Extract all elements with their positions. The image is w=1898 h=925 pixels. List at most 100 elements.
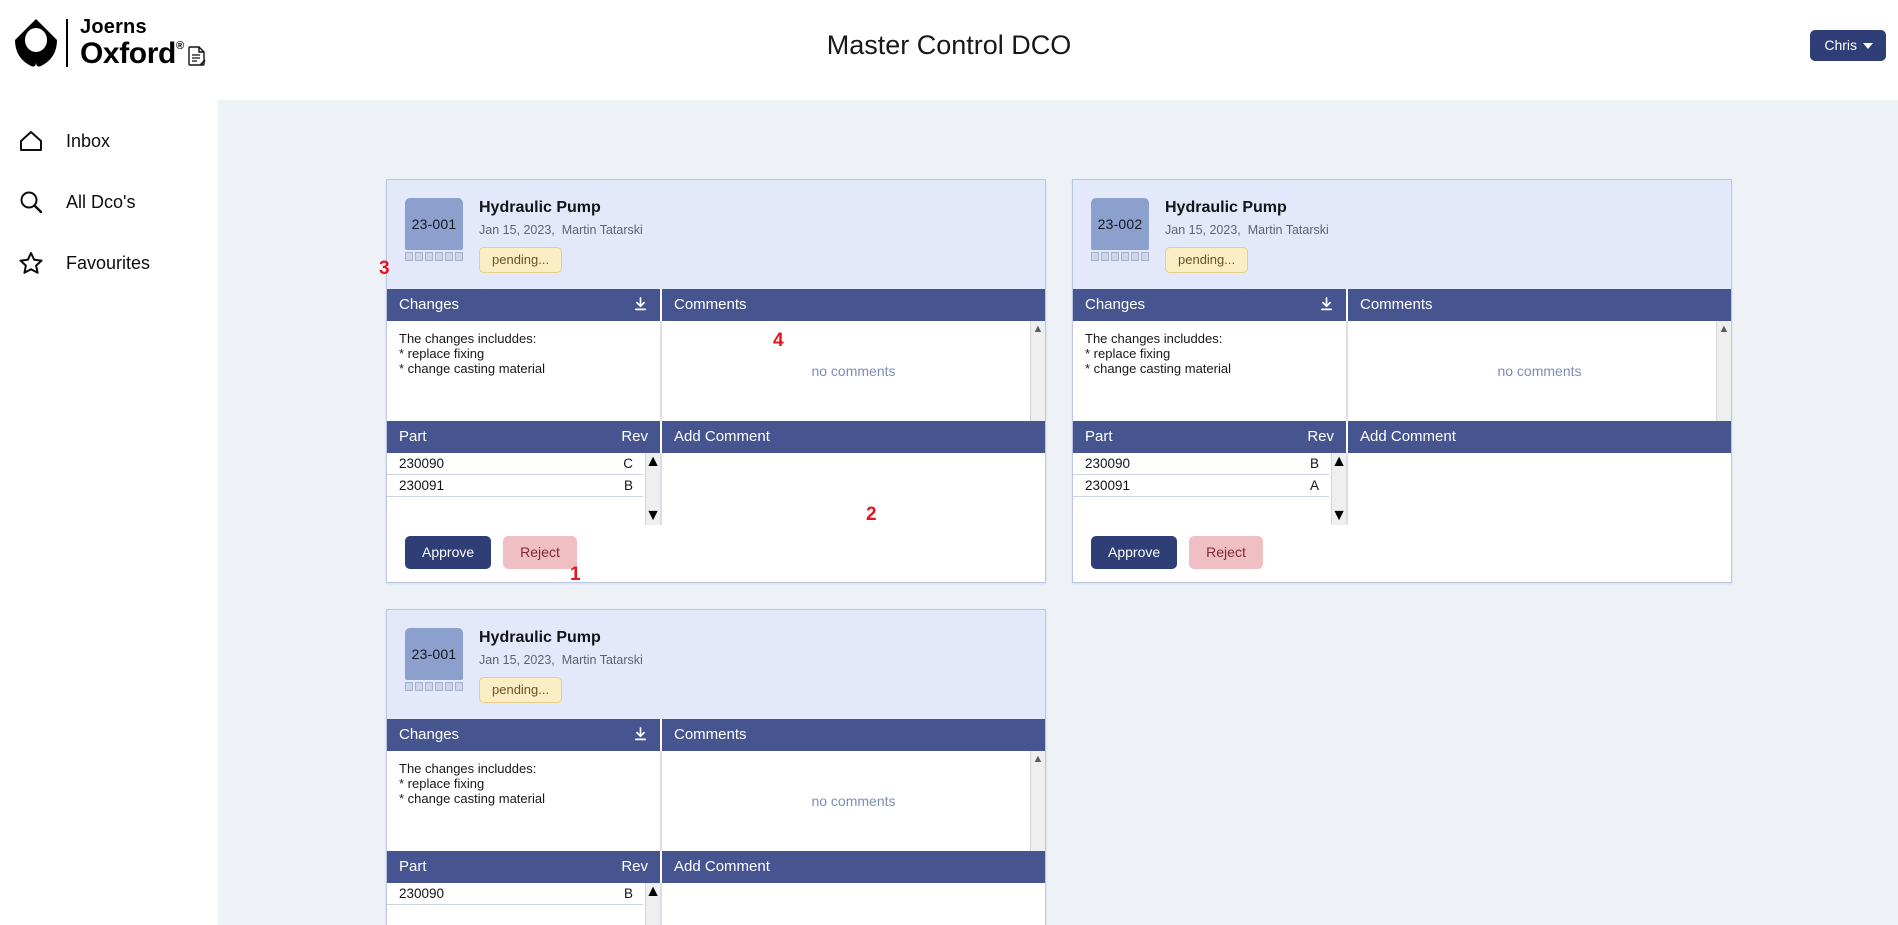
table-header-row: Part Rev Add Comment <box>1073 421 1731 453</box>
changes-text: The changes includdes: * replace fixing … <box>387 321 662 421</box>
rev-column-label: Rev <box>621 858 648 875</box>
add-comment-header: Add Comment <box>1348 421 1731 453</box>
dco-card[interactable]: 23-001 Hydraulic Pump Jan 15, 2023, Mart… <box>386 179 1046 583</box>
reject-button[interactable]: Reject <box>503 536 577 569</box>
card-actions: Approve Reject <box>1073 525 1731 582</box>
panel-body-row: The changes includdes: * replace fixing … <box>1073 321 1731 421</box>
dco-thumbnail[interactable]: 23-001 <box>405 628 463 691</box>
dco-number: 23-002 <box>1091 198 1149 250</box>
add-comment-input[interactable] <box>1348 453 1731 525</box>
comments-list: no comments ▲ <box>662 751 1045 851</box>
parts-table: 230090 B ▲ ▼ <box>387 883 662 925</box>
dco-date: Jan 15, 2023, <box>1165 223 1241 237</box>
table-header-row: Part Rev Add Comment <box>387 421 1045 453</box>
main-canvas: 23-001 Hydraulic Pump Jan 15, 2023, Mart… <box>218 100 1898 925</box>
add-comment-header: Add Comment <box>662 421 1045 453</box>
parts-table: 230090 B 230091 A ▲ ▼ <box>1073 453 1348 525</box>
top-bar: Joerns Oxford ® Master Control DCO Chris <box>0 0 1898 100</box>
changes-text: The changes includdes: * replace fixing … <box>387 751 662 851</box>
sidebar-item-all-dcos[interactable]: All Dco's <box>0 179 218 225</box>
chevron-down-icon[interactable]: ▼ <box>645 507 661 525</box>
part-number: 230091 <box>1085 478 1131 493</box>
part-number: 230090 <box>399 886 445 901</box>
chevron-up-icon[interactable]: ▲ <box>1719 321 1730 338</box>
part-rev: B <box>623 886 633 901</box>
part-column-label: Part <box>399 858 427 875</box>
sidebar: Inbox All Dco's Favourites <box>0 100 218 925</box>
dco-title: Hydraulic Pump <box>1165 199 1287 216</box>
parts-table-header: Part Rev <box>1073 421 1348 453</box>
comments-scrollbar[interactable]: ▲ <box>1030 751 1045 851</box>
comments-scrollbar[interactable]: ▲ <box>1716 321 1731 421</box>
status-badge: pending... <box>479 677 563 703</box>
dco-author: Martin Tatarski <box>1247 223 1329 237</box>
sidebar-item-inbox[interactable]: Inbox <box>0 118 218 164</box>
comments-list: no comments ▲ <box>662 321 1045 421</box>
dco-author: Martin Tatarski <box>561 653 643 667</box>
no-comments-text: no comments <box>811 793 896 809</box>
dco-title: Hydraulic Pump <box>479 199 601 216</box>
rev-column-label: Rev <box>1307 428 1334 445</box>
changes-line: * change casting material <box>1085 361 1231 377</box>
user-menu-button[interactable]: Chris <box>1810 30 1886 61</box>
parts-scrollbar[interactable]: ▲ ▼ <box>645 883 661 925</box>
chevron-up-icon[interactable]: ▲ <box>645 453 661 471</box>
dco-thumbnail[interactable]: 23-001 <box>405 198 463 261</box>
dco-thumbnail[interactable]: 23-002 <box>1091 198 1149 261</box>
table-row[interactable]: 230090 B <box>1073 453 1329 475</box>
approve-button[interactable]: Approve <box>405 536 492 569</box>
chevron-down-icon <box>1863 43 1873 49</box>
table-row[interactable]: 230090 C <box>387 453 643 475</box>
table-body-row: 230090 C 230091 B ▲ ▼ <box>387 453 1045 525</box>
comments-scrollbar[interactable]: ▲ <box>1030 321 1045 421</box>
dco-card-header: 23-002 Hydraulic Pump Jan 15, 2023, Mart… <box>1073 180 1731 289</box>
table-body-row: 230090 B ▲ ▼ <box>387 883 1045 925</box>
chevron-up-icon[interactable]: ▲ <box>645 883 661 901</box>
add-comment-input[interactable] <box>662 883 1045 925</box>
chevron-down-icon[interactable]: ▼ <box>1331 507 1347 525</box>
part-number: 230090 <box>399 456 445 471</box>
panel-header-row: Changes Comments <box>1073 289 1731 321</box>
changes-line: * change casting material <box>399 361 545 377</box>
chevron-up-icon[interactable]: ▲ <box>1033 751 1044 768</box>
thumbnail-filmstrip <box>1091 252 1149 261</box>
card-actions: Approve Reject <box>387 525 1045 582</box>
changes-panel-header: Changes <box>1073 289 1348 321</box>
sidebar-item-favourites[interactable]: Favourites <box>0 240 218 286</box>
dco-card[interactable]: 23-001 Hydraulic Pump Jan 15, 2023, Mart… <box>386 609 1046 925</box>
changes-panel-header: Changes <box>387 719 662 751</box>
reject-button[interactable]: Reject <box>1189 536 1263 569</box>
table-row[interactable]: 230091 A <box>1073 475 1329 497</box>
page-title: Master Control DCO <box>826 30 1072 60</box>
chevron-up-icon[interactable]: ▲ <box>1033 321 1044 338</box>
chevron-up-icon[interactable]: ▲ <box>1331 453 1347 471</box>
approve-button[interactable]: Approve <box>1091 536 1178 569</box>
parts-table-header: Part Rev <box>387 851 662 883</box>
add-comment-input[interactable] <box>662 453 1045 525</box>
comments-label: Comments <box>674 726 747 743</box>
download-icon[interactable] <box>1319 297 1334 312</box>
changes-line: The changes includdes: <box>399 761 537 776</box>
table-header-row: Part Rev Add Comment <box>387 851 1045 883</box>
dco-card[interactable]: 23-002 Hydraulic Pump Jan 15, 2023, Mart… <box>1072 179 1732 583</box>
search-icon <box>18 189 44 215</box>
download-icon[interactable] <box>633 297 648 312</box>
parts-scrollbar[interactable]: ▲ ▼ <box>1331 453 1347 525</box>
dco-card-meta: Hydraulic Pump Jan 15, 2023, Martin Tata… <box>479 628 643 703</box>
parts-list: 230090 B 230091 A <box>1073 453 1331 525</box>
add-comment-header: Add Comment <box>662 851 1045 883</box>
dco-card-header: 23-001 Hydraulic Pump Jan 15, 2023, Mart… <box>387 180 1045 289</box>
dco-number: 23-001 <box>405 198 463 250</box>
download-icon[interactable] <box>633 727 648 742</box>
dco-number: 23-001 <box>405 628 463 680</box>
parts-scrollbar[interactable]: ▲ ▼ <box>645 453 661 525</box>
changes-label: Changes <box>1085 296 1146 313</box>
sidebar-item-label: Favourites <box>66 252 151 273</box>
dco-card-header: 23-001 Hydraulic Pump Jan 15, 2023, Mart… <box>387 610 1045 719</box>
comments-label: Comments <box>1360 296 1433 313</box>
panel-body-row: The changes includdes: * replace fixing … <box>387 321 1045 421</box>
table-row[interactable]: 230091 B <box>387 475 643 497</box>
table-row[interactable]: 230090 B <box>387 883 643 905</box>
sidebar-item-label: Inbox <box>66 130 111 151</box>
part-rev: B <box>1309 456 1319 471</box>
